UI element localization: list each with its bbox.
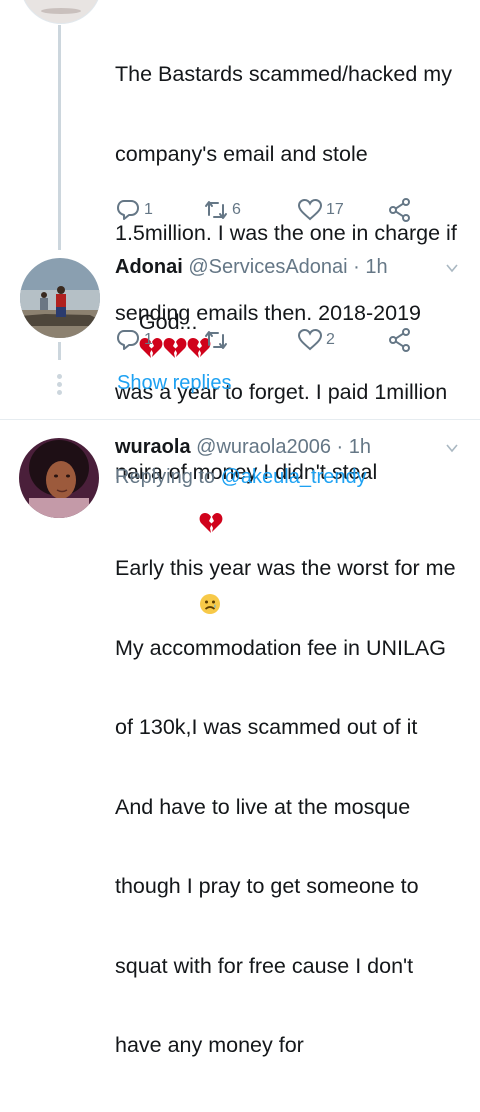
share-icon xyxy=(389,328,410,352)
replying-to-link[interactable]: @akeula_trendy xyxy=(221,466,367,488)
tweet-3[interactable]: wuraola @wuraola2006 · 1h Replying to @a… xyxy=(0,420,480,1057)
reply-button[interactable]: 1 xyxy=(115,326,153,354)
tweet-actions: 1 2 xyxy=(115,326,415,354)
heart-icon xyxy=(297,328,323,351)
reply-icon xyxy=(117,330,139,350)
more-replies-dots xyxy=(57,374,62,395)
display-name[interactable]: Adonai xyxy=(115,256,183,278)
share-button[interactable] xyxy=(387,326,413,354)
avatar-image xyxy=(19,438,99,518)
like-button[interactable]: 2 xyxy=(297,326,335,354)
tweet-2[interactable]: Adonai @ServicesAdonai · 1h God... 1 2 S… xyxy=(0,250,480,420)
reply-button[interactable]: 1 xyxy=(115,196,153,224)
reply-count: 1 xyxy=(144,331,153,348)
chevron-down-icon[interactable] xyxy=(446,442,458,454)
share-button[interactable] xyxy=(387,196,413,224)
avatar[interactable] xyxy=(20,0,102,24)
avatar-image xyxy=(41,8,81,14)
show-replies-link[interactable]: Show replies xyxy=(117,372,232,395)
like-button[interactable]: 17 xyxy=(297,196,344,224)
retweet-count: 6 xyxy=(232,201,241,218)
tweet-text: Early this year was the worst for me My … xyxy=(115,556,456,1057)
reply-icon xyxy=(117,200,139,220)
retweet-button[interactable] xyxy=(203,326,232,354)
avatar[interactable] xyxy=(20,258,100,338)
like-count: 17 xyxy=(326,201,344,218)
thread-line xyxy=(58,25,61,250)
handle-and-time[interactable]: @ServicesAdonai · 1h xyxy=(188,256,387,278)
chevron-down-icon[interactable] xyxy=(446,262,458,274)
replying-to: Replying to @akeula_trendy xyxy=(115,466,367,489)
retweet-icon xyxy=(205,331,227,349)
display-name[interactable]: wuraola xyxy=(115,436,191,458)
handle-and-time[interactable]: @wuraola2006 · 1h xyxy=(196,436,371,458)
tweet-1[interactable]: The Bastards scammed/hacked my company's… xyxy=(0,0,480,614)
tweet-actions: 1 6 17 xyxy=(115,196,415,224)
retweet-icon xyxy=(205,201,227,219)
like-count: 2 xyxy=(326,331,335,348)
thread-line xyxy=(58,342,61,360)
tweet-header: Adonai @ServicesAdonai · 1h xyxy=(115,254,388,280)
tweet-header: wuraola @wuraola2006 · 1h xyxy=(115,434,371,460)
reply-count: 1 xyxy=(144,201,153,218)
replying-to-label: Replying to xyxy=(115,466,216,488)
heart-icon xyxy=(297,198,323,221)
avatar-image xyxy=(20,258,100,338)
retweet-button[interactable]: 6 xyxy=(203,196,241,224)
avatar[interactable] xyxy=(19,438,99,518)
share-icon xyxy=(389,198,410,222)
